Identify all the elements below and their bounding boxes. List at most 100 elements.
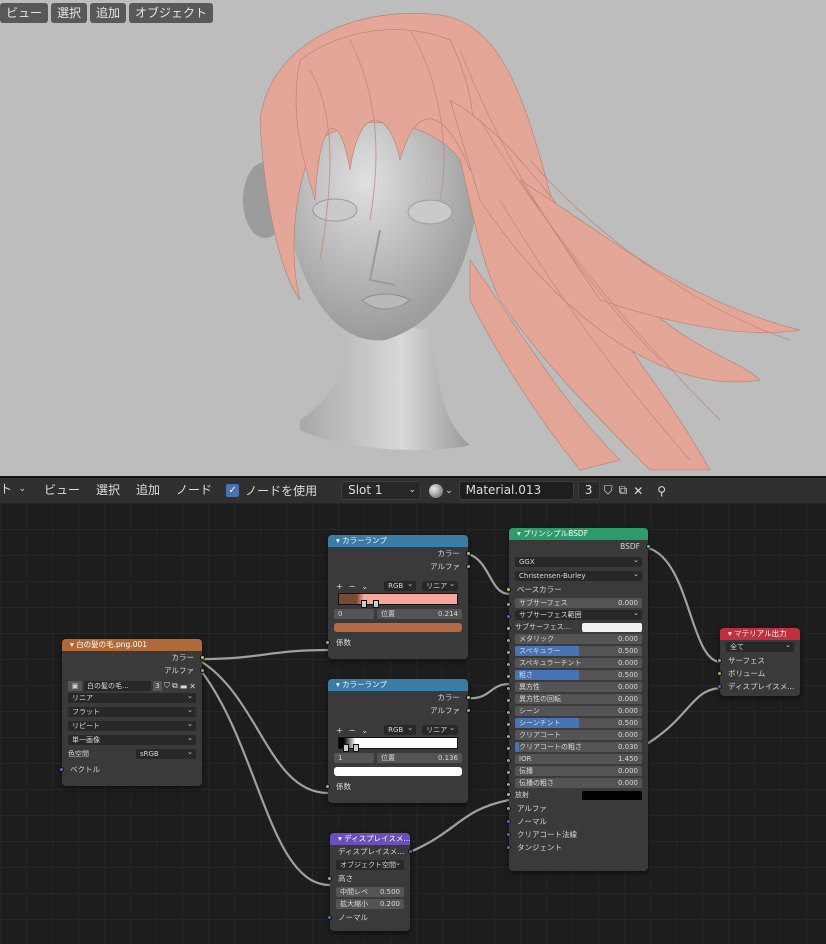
node-header[interactable]: ▾ マテリアル出力: [720, 628, 800, 640]
principled-bsdf-node[interactable]: ▾ プリンシプルBSDF BSDF GGX Christensen-Burley…: [506, 528, 651, 871]
image-name-field[interactable]: 白の髪の毛...: [84, 681, 152, 691]
add-stop-button[interactable]: +: [336, 726, 343, 735]
node-menu-node[interactable]: ノード: [168, 478, 220, 503]
node-header[interactable]: ▾ 白の髪の毛.png.001: [62, 639, 202, 651]
stop-color-swatch[interactable]: [334, 623, 462, 632]
duplicate-material-icon[interactable]: ⧉: [619, 483, 628, 498]
checkbox-icon[interactable]: ✓: [226, 484, 240, 497]
distribution-dropdown[interactable]: GGX: [515, 555, 642, 567]
color-swatch[interactable]: [582, 622, 642, 632]
bsdf-value-field[interactable]: クリアコートの粗さ 0.030: [515, 742, 642, 752]
ramp-interpolation-dropdown[interactable]: リニア: [422, 579, 459, 591]
node-menu-add[interactable]: 追加: [128, 478, 168, 503]
socket-clearcoat-normal[interactable]: [506, 832, 511, 837]
socket-emission[interactable]: [506, 792, 511, 797]
socket-base-color[interactable]: [506, 587, 511, 592]
socket-alpha[interactable]: [200, 668, 205, 673]
remove-stop-button[interactable]: −: [349, 726, 356, 735]
socket-input[interactable]: [506, 782, 511, 787]
fake-user-shield-icon[interactable]: ⛉: [164, 681, 170, 691]
node-menu-view[interactable]: ビュー: [36, 478, 88, 503]
bsdf-value-field[interactable]: スペキュラー 0.500: [515, 646, 642, 656]
emission-color-swatch[interactable]: [582, 790, 642, 800]
ramp-stop-handle[interactable]: [361, 600, 367, 608]
space-dropdown[interactable]: オブジェクト空間: [336, 858, 404, 870]
color-mode-dropdown[interactable]: RGB: [384, 579, 417, 591]
socket-displacement[interactable]: [717, 684, 722, 689]
slot-dropdown[interactable]: Slot 1 ⌄: [341, 481, 422, 500]
bsdf-value-field[interactable]: メタリック 0.000: [515, 634, 642, 644]
socket-normal[interactable]: [327, 915, 332, 920]
viewport-menu-add[interactable]: 追加: [90, 3, 127, 23]
node-header[interactable]: ▾ ディスプレイスメ...: [330, 833, 410, 845]
socket-input[interactable]: [506, 746, 511, 751]
socket-factor[interactable]: [325, 784, 330, 789]
socket-height[interactable]: [327, 876, 332, 881]
stop-color-swatch[interactable]: [334, 767, 462, 776]
socket-input[interactable]: [506, 626, 511, 631]
active-stop-index[interactable]: 0: [334, 609, 374, 619]
midlevel-field[interactable]: 中間レベ 0.500: [336, 887, 404, 897]
bsdf-value-field[interactable]: スペキュラーチント 0.000: [515, 658, 642, 668]
socket-displacement[interactable]: [408, 849, 413, 854]
image-texture-node[interactable]: ▾ 白の髪の毛.png.001 カラー アルファ ▣ 白の髪の毛... 3 ⛉ …: [59, 639, 205, 786]
color-ramp-node-2[interactable]: ▾ カラーランプ カラー アルファ + − ⌄ RGB リニア 1 位置0.13…: [325, 679, 471, 803]
socket-alpha[interactable]: [466, 564, 471, 569]
bsdf-dropdown-field[interactable]: サブサーフェス範囲: [515, 608, 642, 620]
bsdf-value-field[interactable]: IOR 1.450: [515, 754, 642, 764]
material-browse-button[interactable]: ⌄: [429, 483, 453, 498]
image-browse-icon[interactable]: ▣: [68, 681, 82, 691]
viewport-menu-select[interactable]: 選択: [51, 3, 88, 23]
socket-input[interactable]: [506, 758, 511, 763]
bsdf-value-field[interactable]: 異方性 0.000: [515, 682, 642, 692]
socket-input[interactable]: [506, 686, 511, 691]
editor-type-dropdown[interactable]: ト ⌄: [0, 481, 30, 500]
stop-position-field[interactable]: 位置 0.214: [377, 609, 462, 619]
active-stop-index[interactable]: 1: [334, 753, 374, 763]
material-users-count[interactable]: 3: [577, 481, 600, 500]
socket-alpha[interactable]: [506, 806, 511, 811]
bsdf-value-field[interactable]: シーンチント 0.500: [515, 718, 642, 728]
socket-vector[interactable]: [59, 767, 64, 772]
node-header[interactable]: ▾ プリンシプルBSDF: [509, 528, 648, 540]
socket-input[interactable]: [506, 770, 511, 775]
socket-factor[interactable]: [325, 640, 330, 645]
extension-dropdown[interactable]: リピート: [68, 719, 196, 731]
socket-color[interactable]: [466, 695, 471, 700]
socket-input[interactable]: [506, 710, 511, 715]
3d-viewport[interactable]: ビュー 選択 追加 オブジェクト: [0, 0, 826, 476]
color-ramp-gradient[interactable]: [338, 593, 458, 608]
ramp-interpolation-dropdown[interactable]: リニア: [422, 723, 459, 735]
viewport-menu-view[interactable]: ビュー: [0, 3, 49, 23]
socket-input[interactable]: [506, 638, 511, 643]
socket-input[interactable]: [506, 614, 511, 619]
socket-volume[interactable]: [717, 671, 722, 676]
unlink-close-icon[interactable]: ✕: [189, 682, 196, 691]
bsdf-value-field[interactable]: サブサーフェス 0.000: [515, 598, 642, 608]
source-dropdown[interactable]: 単一画像: [68, 733, 196, 745]
duplicate-icon[interactable]: ⧉: [172, 681, 178, 691]
color-ramp-node-1[interactable]: ▾ カラーランプ カラー アルファ + − ⌄ RGB リニア 0 位置0.21…: [325, 535, 471, 659]
bsdf-value-field[interactable]: シーン 0.000: [515, 706, 642, 716]
socket-input[interactable]: [506, 602, 511, 607]
ramp-stop-handle[interactable]: [353, 744, 359, 752]
chevron-down-icon[interactable]: ⌄: [361, 726, 368, 735]
ramp-stop-handle[interactable]: [373, 600, 379, 608]
socket-color[interactable]: [200, 655, 205, 660]
material-output-node[interactable]: ▾ マテリアル出力 全て サーフェス ボリューム ディスプレイスメ...: [717, 628, 800, 696]
node-header[interactable]: ▾ カラーランプ: [328, 679, 468, 691]
socket-input[interactable]: [506, 650, 511, 655]
socket-input[interactable]: [506, 698, 511, 703]
projection-dropdown[interactable]: フラット: [68, 705, 196, 717]
displacement-node[interactable]: ▾ ディスプレイスメ... ディスプレイスメ... オブジェクト空間 高さ 中間…: [327, 833, 413, 931]
node-header[interactable]: ▾ カラーランプ: [328, 535, 468, 547]
socket-input[interactable]: [506, 662, 511, 667]
node-menu-select[interactable]: 選択: [88, 478, 128, 503]
socket-normal[interactable]: [506, 819, 511, 824]
bsdf-value-field[interactable]: 粗さ 0.500: [515, 670, 642, 680]
stop-position-field[interactable]: 位置 0.136: [377, 753, 462, 763]
color-mode-dropdown[interactable]: RGB: [384, 723, 417, 735]
unlink-close-icon[interactable]: ✕: [633, 484, 643, 498]
add-stop-button[interactable]: +: [336, 582, 343, 591]
color-space-dropdown[interactable]: sRGB: [136, 747, 196, 759]
